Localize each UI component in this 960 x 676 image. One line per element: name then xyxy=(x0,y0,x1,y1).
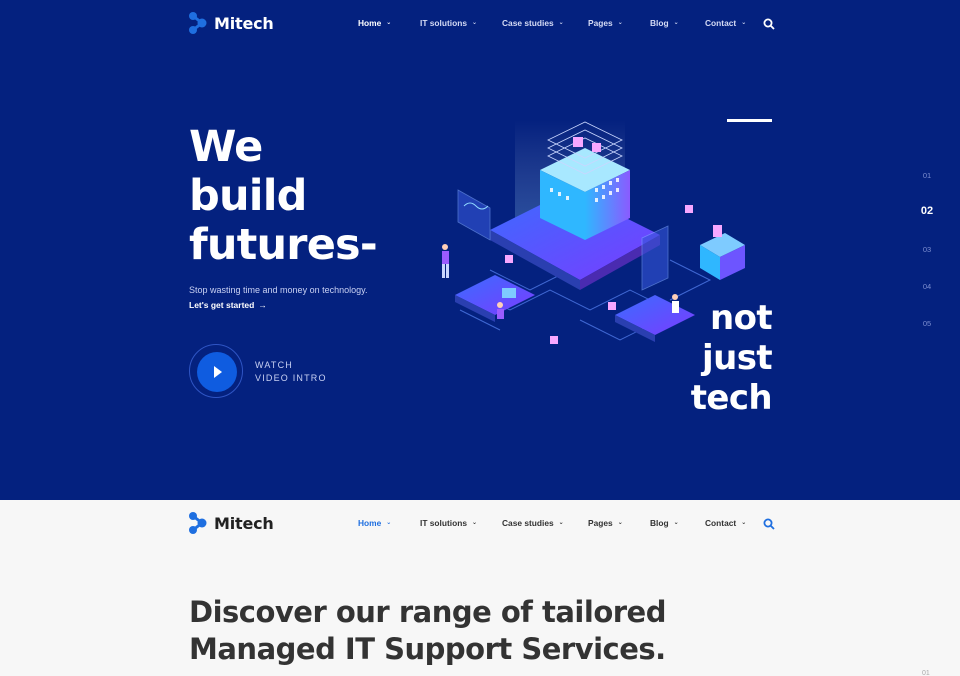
nav-item-home[interactable]: Home ⌄ xyxy=(358,518,391,528)
chevron-down-icon: ⌄ xyxy=(741,20,747,26)
get-started-link[interactable]: Let's get started → xyxy=(189,300,267,310)
search-icon[interactable] xyxy=(763,18,775,30)
logo-icon xyxy=(189,512,207,534)
nav-item-pages[interactable]: Pages ⌄ xyxy=(588,518,623,528)
headline-line: futures- xyxy=(189,220,378,270)
logo-text: Mitech xyxy=(214,13,274,33)
hero-subtitle: Stop wasting time and money on technolog… xyxy=(189,285,368,295)
chevron-down-icon: ⌄ xyxy=(558,20,564,26)
chevron-down-icon: ⌄ xyxy=(673,520,679,526)
nav-item-blog[interactable]: Blog ⌄ xyxy=(650,18,679,28)
logo-icon xyxy=(189,12,207,34)
top-nav: Mitech Home ⌄ IT solutions ⌄ Case studies ⌄… xyxy=(0,0,960,50)
chevron-down-icon: ⌄ xyxy=(617,20,623,26)
nav-item-contact[interactable]: Contact ⌄ xyxy=(705,518,746,528)
nav-item-home[interactable]: Home ⌄ xyxy=(358,18,391,28)
nav-item-it-solutions[interactable]: IT solutions ⌄ xyxy=(420,518,477,528)
nav-item-pages[interactable]: Pages ⌄ xyxy=(588,18,623,28)
chevron-down-icon: ⌄ xyxy=(741,520,747,526)
slide-indicator-bar xyxy=(727,119,772,122)
nav-item-contact[interactable]: Contact ⌄ xyxy=(705,18,746,28)
slide-dot-02[interactable]: 02 xyxy=(912,205,942,217)
arrow-right-icon: → xyxy=(258,300,267,310)
search-icon[interactable] xyxy=(763,518,775,530)
headline-line: We xyxy=(189,122,263,172)
logo[interactable]: Mitech xyxy=(187,11,274,35)
hero-section: Mitech Home ⌄ IT solutions ⌄ Case studies ⌄… xyxy=(0,0,960,500)
slide-dot-04[interactable]: 04 xyxy=(912,282,942,291)
chevron-down-icon: ⌄ xyxy=(386,20,392,26)
logo[interactable]: Mitech xyxy=(187,511,274,535)
chevron-down-icon: ⌄ xyxy=(558,520,564,526)
nav-item-blog[interactable]: Blog ⌄ xyxy=(650,518,679,528)
chevron-down-icon: ⌄ xyxy=(472,520,478,526)
slide-dot-03[interactable]: 03 xyxy=(912,245,942,254)
chevron-down-icon: ⌄ xyxy=(617,520,623,526)
section-number: 01 xyxy=(922,670,930,676)
nav-item-case-studies[interactable]: Case studies ⌄ xyxy=(502,518,564,528)
sticky-nav: Mitech Home ⌄ IT solutions ⌄ Case studies ⌄… xyxy=(0,500,960,550)
chevron-down-icon: ⌄ xyxy=(673,20,679,26)
video-play-button[interactable] xyxy=(189,344,243,398)
nav-item-case-studies[interactable]: Case studies ⌄ xyxy=(502,18,564,28)
nav-item-it-solutions[interactable]: IT solutions ⌄ xyxy=(420,18,477,28)
logo-text: Mitech xyxy=(214,513,274,533)
slide-dot-01[interactable]: 01 xyxy=(912,171,942,180)
play-icon xyxy=(197,352,237,392)
hero-headline: We build futures- xyxy=(189,122,378,270)
headline-line: build xyxy=(189,171,307,221)
hero-tagline: not just tech xyxy=(690,298,773,418)
watch-video-label[interactable]: WATCH VIDEO INTRO xyxy=(255,359,327,385)
chevron-down-icon: ⌄ xyxy=(386,520,392,526)
services-heading: Discover our range of tailored Managed I… xyxy=(189,595,666,666)
chevron-down-icon: ⌄ xyxy=(472,20,478,26)
slide-dot-05[interactable]: 05 xyxy=(912,319,942,328)
